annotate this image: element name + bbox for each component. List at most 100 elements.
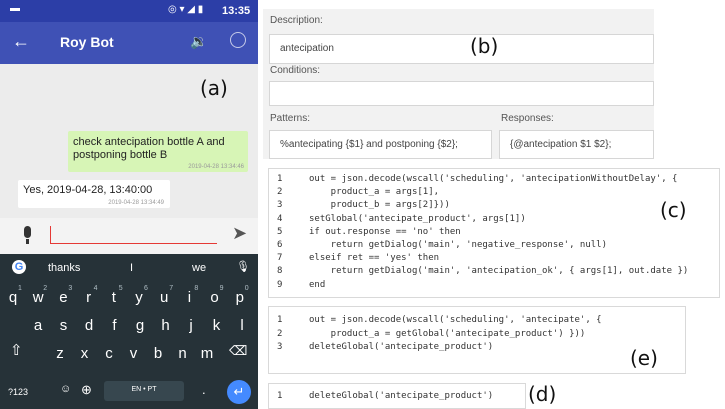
key-a[interactable]: a [30, 317, 46, 334]
key-z[interactable]: z [52, 345, 68, 362]
response-value: {@antecipation $1 $2}; [510, 139, 612, 150]
key-k[interactable]: k [209, 317, 225, 334]
line-number: 9 [277, 279, 283, 290]
key-v[interactable]: v [126, 345, 142, 362]
code-line: return getDialog('main', 'negative_respo… [309, 240, 608, 250]
patterns-label: Patterns: [270, 113, 311, 124]
conditions-label: Conditions: [270, 65, 321, 76]
label-c: (c) [660, 198, 687, 222]
suggestion-3[interactable]: we [192, 262, 206, 274]
speaker-icon[interactable]: 🔉 [190, 33, 207, 50]
back-arrow-icon[interactable]: ← [12, 31, 30, 52]
space-bar[interactable]: EN • PT [104, 381, 184, 401]
language-label: EN • PT [131, 386, 157, 393]
key-f[interactable]: f [107, 317, 123, 334]
pattern-value: %antecipating {$1} and postponing {$2}; [280, 139, 458, 150]
message-input-bar: ➤ [0, 218, 258, 254]
key-u-alt: 7 [169, 285, 174, 292]
key-e-alt: 3 [68, 285, 73, 292]
line-number: 3 [277, 342, 283, 352]
line-number: 8 [277, 266, 283, 277]
label-a: (a) [200, 76, 228, 100]
key-d[interactable]: d [81, 317, 97, 334]
code-line: product_a = getGlobal('antecipate_produc… [309, 328, 586, 339]
key-c[interactable]: c [101, 345, 117, 362]
line-number: 5 [277, 226, 283, 237]
key-i-alt: 8 [194, 285, 199, 292]
keyboard-mic-icon[interactable]: 🎙 [236, 260, 250, 273]
key-y-alt: 6 [144, 285, 148, 292]
key-m[interactable]: m [199, 345, 215, 362]
key-g[interactable]: g [132, 317, 148, 334]
code-line: setGlobal('antecipate_product', args[1]) [309, 213, 526, 224]
code-line: return getDialog('main', 'antecipation_o… [309, 266, 689, 277]
phone-screen: ▬ ◎ ▾ ◢ ▮ 13:35 ← Roy Bot 🔉 (a) check an… [0, 0, 258, 409]
code-line: out = json.decode(wscall('scheduling', '… [309, 174, 678, 184]
line-number: 3 [277, 200, 283, 211]
status-time: 13:35 [222, 5, 251, 17]
code-editor-d[interactable]: 1 deleteGlobal('antecipate_product') [268, 383, 526, 409]
line-number: 6 [277, 240, 283, 250]
line-number: 1 [277, 174, 283, 184]
globe-icon[interactable]: ⊕ [81, 382, 92, 398]
code-line: if out.response == 'no' then [309, 226, 461, 237]
responses-label: Responses: [501, 113, 554, 124]
line-number: 4 [277, 213, 283, 224]
code-editor-c[interactable]: 1 out = json.decode(wscall('scheduling', … [268, 168, 720, 298]
suggestion-1[interactable]: thanks [48, 262, 80, 274]
period-key[interactable]: . [202, 382, 206, 397]
microphone-icon[interactable] [24, 226, 31, 238]
intent-form: Description: antecipation (b) Conditions… [263, 9, 654, 159]
google-icon[interactable]: G [12, 260, 26, 274]
key-x[interactable]: x [77, 345, 93, 362]
code-line: end [309, 279, 326, 290]
line-number: 1 [277, 315, 283, 325]
key-o-alt: 9 [219, 285, 224, 292]
code-line: out = json.decode(wscall('scheduling', '… [309, 315, 602, 325]
chat-title: Roy Bot [60, 34, 114, 50]
signal-icons: ◎ ▾ ◢ ▮ [168, 4, 204, 15]
label-d: (d) [528, 382, 557, 406]
sent-message-text: check antecipation bottle A and postponi… [73, 136, 225, 161]
response-field[interactable]: {@antecipation $1 $2}; [499, 130, 654, 159]
shift-icon[interactable]: ⇧ [10, 341, 23, 359]
key-b[interactable]: b [150, 345, 166, 362]
conditions-field[interactable] [269, 81, 654, 106]
code-line: product_a = args[1], [309, 187, 440, 198]
key-q-alt: 1 [18, 285, 22, 292]
received-message-time: 2019-04-28 13:34:49 [108, 200, 164, 206]
status-bar: ▬ ◎ ▾ ◢ ▮ 13:35 [0, 0, 258, 22]
enter-icon[interactable]: ↵ [227, 380, 251, 404]
app-bar: ← Roy Bot 🔉 [0, 22, 258, 64]
key-t-alt: 5 [118, 285, 123, 292]
label-e: (e) [630, 346, 658, 370]
key-n[interactable]: n [175, 345, 191, 362]
line-number: 7 [277, 253, 283, 264]
key-p-alt: 0 [244, 285, 249, 292]
line-number: 2 [277, 328, 283, 339]
emoji-key-icon[interactable]: ☺ [60, 383, 71, 395]
code-line: deleteGlobal('antecipate_product') [309, 342, 494, 352]
key-l[interactable]: l [234, 317, 250, 334]
symbols-key[interactable]: ?123 [8, 387, 28, 397]
code-line: product_b = args[2]})) [309, 200, 450, 211]
message-input[interactable] [50, 226, 217, 244]
code-editor-e[interactable]: 1 out = json.decode(wscall('scheduling', … [268, 306, 686, 374]
key-w-alt: 2 [43, 285, 48, 292]
description-field[interactable]: antecipation [269, 34, 654, 64]
code-line: deleteGlobal('antecipate_product') [309, 391, 494, 401]
suggestion-2[interactable]: I [130, 262, 133, 274]
pattern-field[interactable]: %antecipating {$1} and postponing {$2}; [269, 130, 492, 159]
key-r-alt: 4 [93, 285, 98, 292]
line-number: 2 [277, 187, 283, 198]
key-s[interactable]: s [56, 317, 72, 334]
key-j[interactable]: j [183, 317, 199, 334]
backspace-icon[interactable]: ⌫ [229, 343, 247, 359]
received-message-text: Yes, 2019-04-28, 13:40:00 [23, 184, 153, 196]
microphone-stand [26, 239, 29, 244]
keyboard: G thanks I we 🎙 ⇧ ⌫ ?123 ☺ ⊕ EN • PT . ↵… [0, 254, 258, 409]
send-icon[interactable]: ➤ [232, 223, 247, 244]
label-b: (b) [470, 34, 499, 58]
key-h[interactable]: h [158, 317, 174, 334]
clock-icon[interactable] [230, 32, 246, 48]
